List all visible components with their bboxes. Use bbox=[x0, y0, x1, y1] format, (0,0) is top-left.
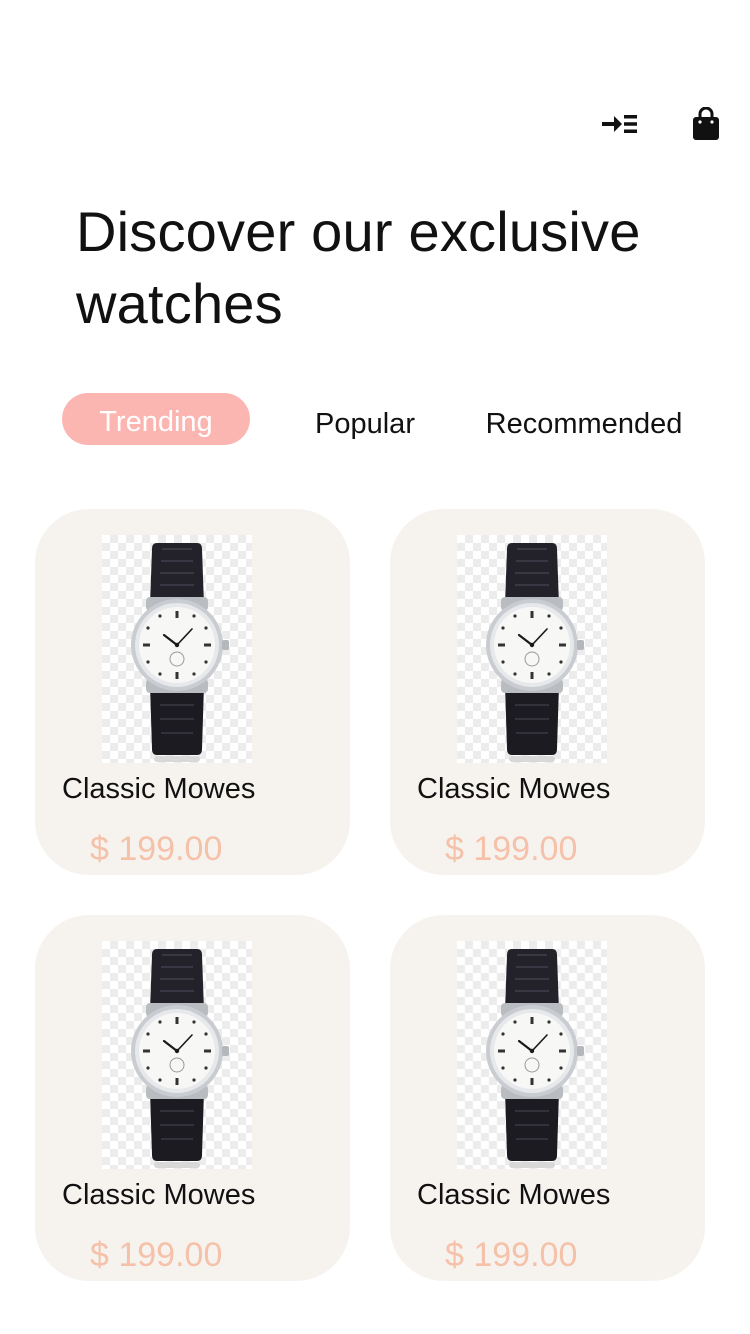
wristwatch-image bbox=[102, 535, 252, 763]
product-price: $ 199.00 bbox=[90, 1236, 223, 1274]
wristwatch-image bbox=[457, 941, 607, 1169]
product-price: $ 199.00 bbox=[445, 830, 578, 868]
menu-arrow-icon-glyph bbox=[602, 115, 637, 133]
shopping-bag-icon-glyph bbox=[693, 107, 719, 140]
product-card[interactable]: Classic Mowes $ 199.00 bbox=[390, 915, 705, 1281]
screen: Discover our exclusive watches Trending … bbox=[0, 0, 750, 1334]
page-title-line-2: watches bbox=[76, 272, 283, 335]
menu-arrow-icon[interactable] bbox=[594, 98, 646, 150]
product-card[interactable]: Classic Mowes $ 199.00 bbox=[35, 915, 350, 1281]
page-title-line-1: Discover our exclusive bbox=[76, 200, 641, 263]
product-price: $ 199.00 bbox=[90, 830, 223, 868]
product-name: Classic Mowes bbox=[417, 773, 611, 805]
shopping-bag-icon[interactable] bbox=[680, 98, 732, 150]
product-card[interactable]: Classic Mowes $ 199.00 bbox=[390, 509, 705, 875]
product-name: Classic Mowes bbox=[62, 1179, 256, 1211]
wristwatch-illustration bbox=[102, 941, 252, 1169]
wristwatch-image bbox=[102, 941, 252, 1169]
wristwatch-illustration bbox=[457, 535, 607, 763]
product-name: Classic Mowes bbox=[417, 1179, 611, 1211]
product-card[interactable]: Classic Mowes $ 199.00 bbox=[35, 509, 350, 875]
product-price: $ 199.00 bbox=[445, 1236, 578, 1274]
tab-recommended[interactable]: Recommended bbox=[470, 393, 698, 447]
top-bar bbox=[0, 98, 750, 150]
product-name: Classic Mowes bbox=[62, 773, 256, 805]
wristwatch-image bbox=[457, 535, 607, 763]
wristwatch-illustration bbox=[102, 535, 252, 763]
page-title: Discover our exclusive watches bbox=[76, 196, 696, 340]
tab-trending[interactable]: Trending bbox=[62, 393, 250, 445]
tab-popular[interactable]: Popular bbox=[300, 393, 430, 447]
wristwatch-illustration bbox=[457, 941, 607, 1169]
category-tabs: Trending Popular Recommended bbox=[0, 393, 750, 447]
